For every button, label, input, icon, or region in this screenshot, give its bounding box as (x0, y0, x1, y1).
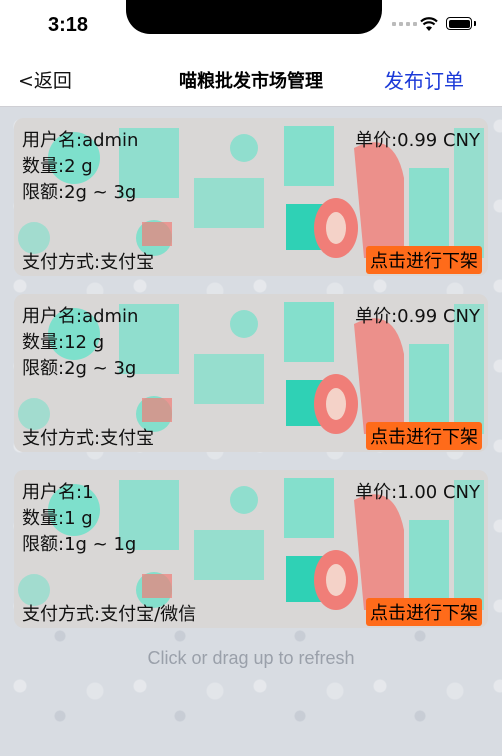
order-quantity: 数量:12 g (22, 332, 105, 353)
order-payment-method: 支付方式:支付宝/微信 (22, 604, 197, 625)
order-card: 用户名:1 数量:1 g 限额:1g ~ 1g 单价:1.00 CNY 支付方式… (14, 470, 488, 628)
navigation-bar: <返回 喵粮批发市场管理 发布订单 (0, 50, 502, 107)
order-limit: 限额:2g ~ 3g (22, 358, 137, 379)
publish-order-button[interactable]: 发布订单 (384, 65, 464, 94)
order-payment-method: 支付方式:支付宝 (22, 252, 155, 273)
order-quantity: 数量:2 g (22, 156, 93, 177)
status-time: 3:18 (48, 14, 89, 36)
order-price: 单价:0.99 CNY (355, 306, 480, 327)
status-bar: 3:18 (0, 0, 502, 50)
order-quantity: 数量:1 g (22, 508, 93, 529)
order-card: 用户名:admin 数量:2 g 限额:2g ~ 3g 单价:0.99 CNY … (14, 118, 488, 276)
cellular-signal-icon (392, 22, 417, 26)
order-price: 单价:0.99 CNY (355, 130, 480, 151)
order-payment-method: 支付方式:支付宝 (22, 428, 155, 449)
wifi-icon (420, 17, 438, 31)
takedown-button[interactable]: 点击进行下架 (366, 246, 482, 274)
takedown-button[interactable]: 点击进行下架 (366, 598, 482, 626)
order-username: 用户名:admin (22, 130, 139, 151)
battery-icon (446, 17, 476, 30)
order-username: 用户名:1 (22, 482, 94, 503)
order-limit: 限额:2g ~ 3g (22, 182, 137, 203)
order-price: 单价:1.00 CNY (355, 482, 480, 503)
pull-to-refresh-hint[interactable]: Click or drag up to refresh (0, 648, 502, 669)
order-limit: 限额:1g ~ 1g (22, 534, 137, 555)
takedown-button[interactable]: 点击进行下架 (366, 422, 482, 450)
order-card: 用户名:admin 数量:12 g 限额:2g ~ 3g 单价:0.99 CNY… (14, 294, 488, 452)
device-notch (126, 0, 382, 34)
order-username: 用户名:admin (22, 306, 139, 327)
